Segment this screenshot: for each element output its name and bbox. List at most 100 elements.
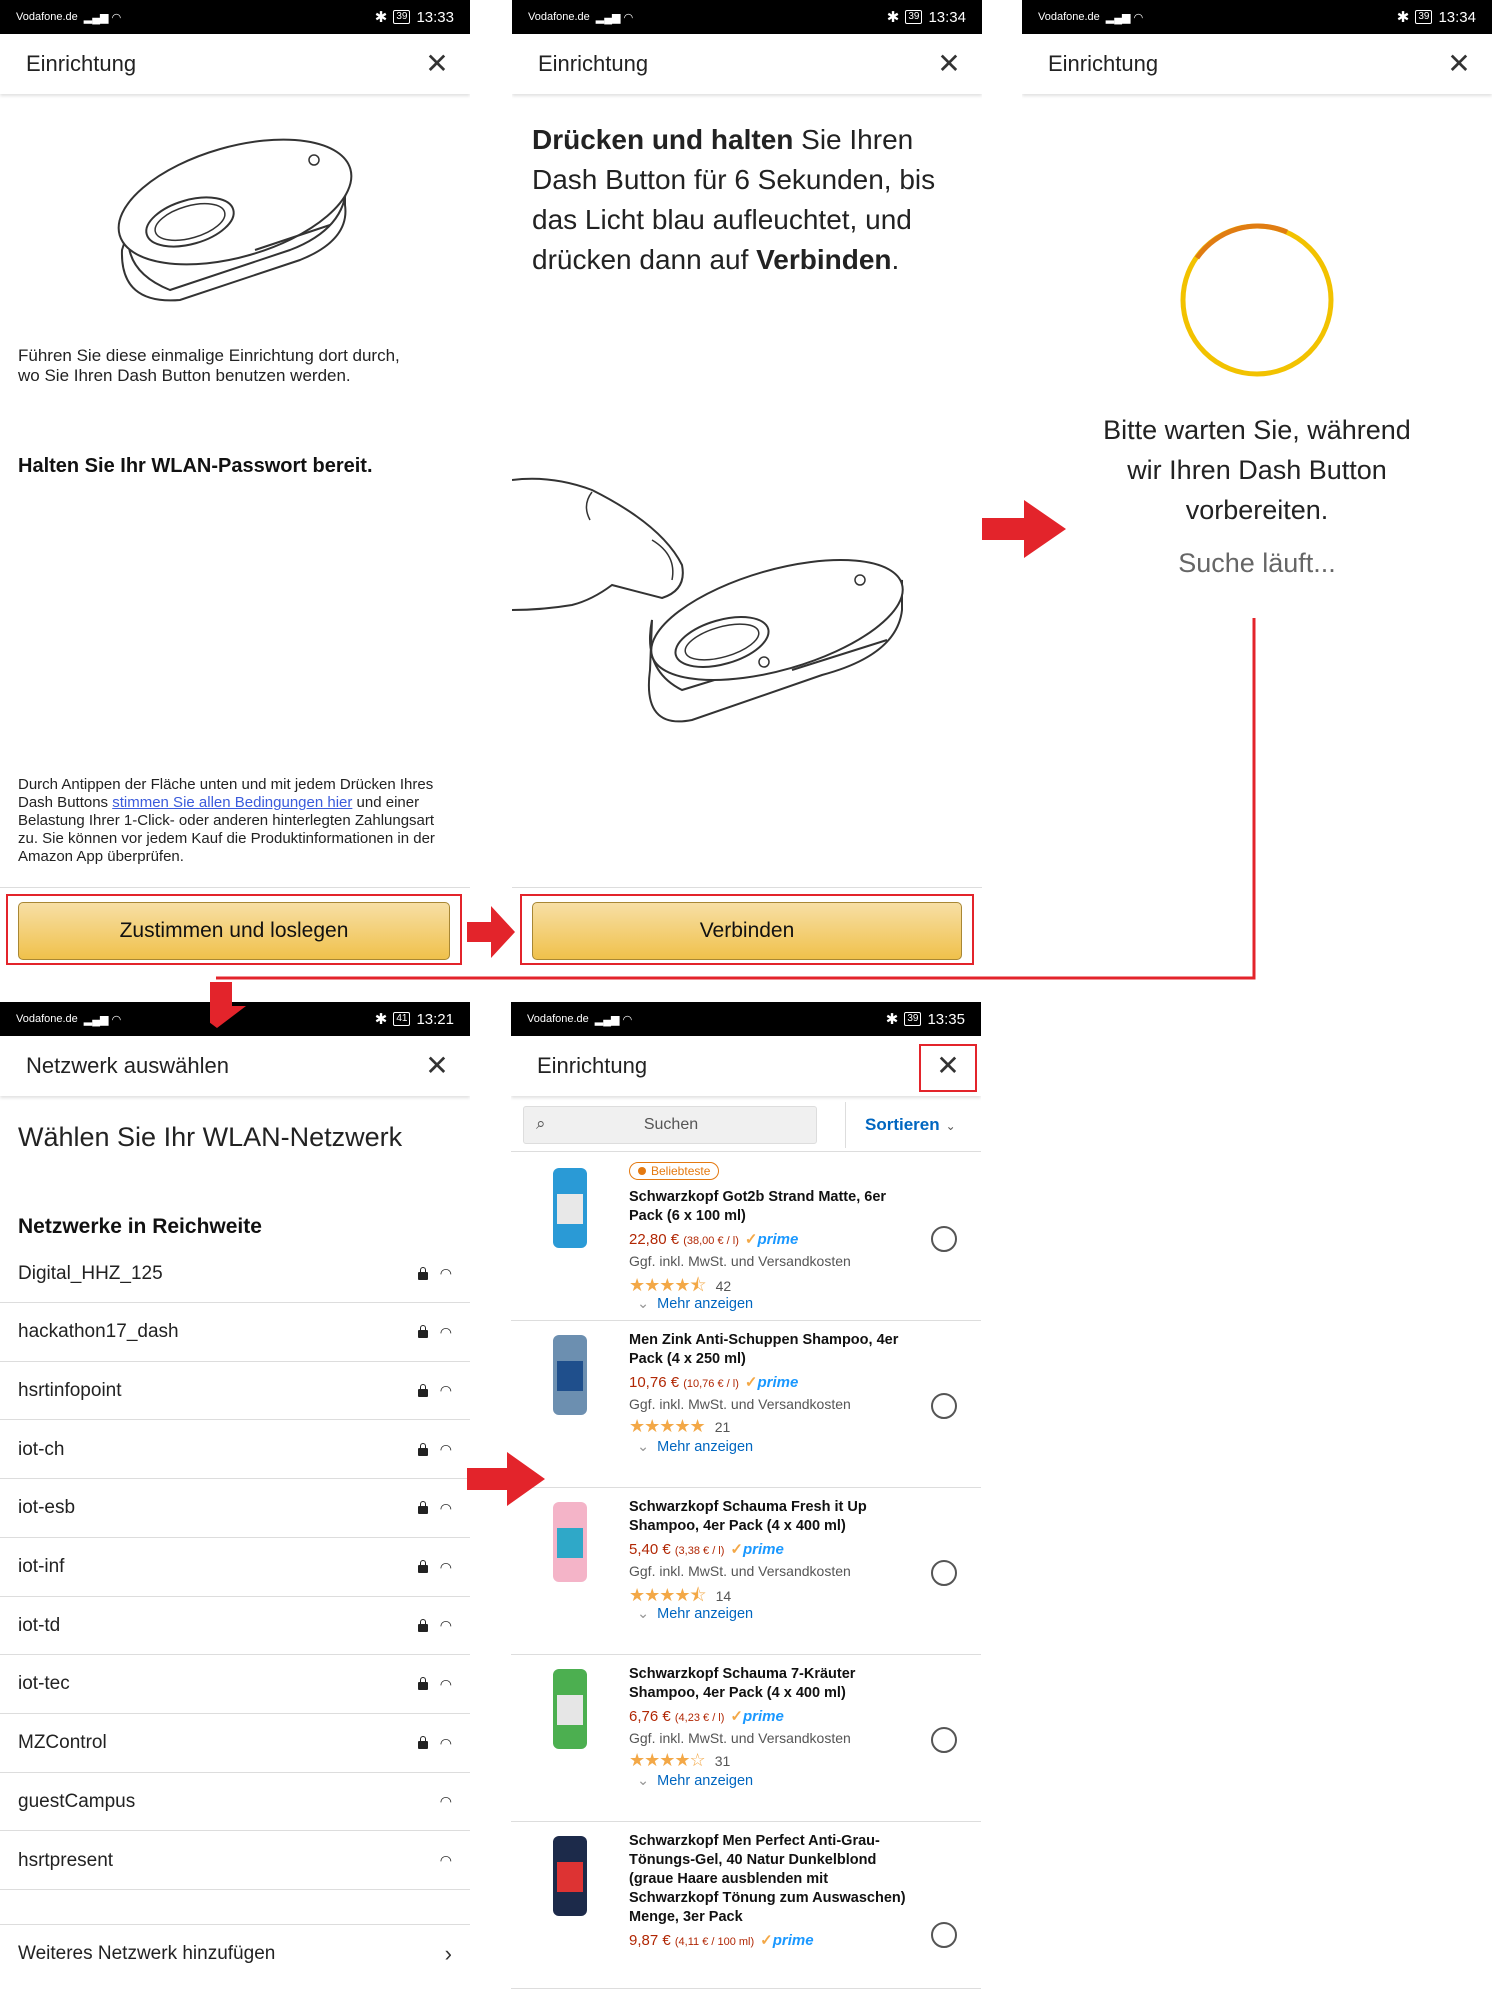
title-bar: Netzwerk auswählen ✕ (0, 1036, 470, 1096)
network-name: iot-td (18, 1614, 61, 1636)
show-more-label: Mehr anzeigen (657, 1439, 754, 1455)
lock-icon (417, 1383, 428, 1397)
product-title: Schwarzkopf Schauma 7-Kräuter Shampoo, 4… (629, 1666, 856, 1701)
network-row[interactable]: hsrtinfopoint ◠ (0, 1362, 470, 1421)
network-row[interactable]: guestCampus ◠ (0, 1773, 470, 1832)
add-network-label: Weiteres Netzwerk hinzufügen (18, 1942, 276, 1964)
network-row[interactable]: iot-inf ◠ (0, 1539, 470, 1597)
prime-badge: ✓prime (730, 1708, 783, 1725)
unit-price: (3,38 € / l) (674, 1545, 725, 1557)
lock-icon (417, 1501, 428, 1515)
lock-icon (417, 1677, 428, 1691)
network-row[interactable]: iot-ch ◠ (0, 1421, 470, 1480)
flow-arrow-2 (982, 500, 1066, 558)
network-row[interactable]: iot-esb ◠ (0, 1480, 470, 1538)
network-row[interactable]: Digital_HHZ_125 ◠ (0, 1245, 470, 1303)
network-icons: ◠ (417, 1734, 452, 1752)
show-more-link[interactable]: ⌄ Mehr anzeigen (637, 1296, 753, 1312)
network-row[interactable]: hsrtpresent ◠ (0, 1832, 470, 1890)
clock: 13:34 (928, 8, 966, 26)
title-bar: Einrichtung ✕ (512, 34, 982, 94)
product-row[interactable]: Schwarzkopf Schauma Fresh it Up Shampoo,… (511, 1488, 981, 1655)
searching-status: Suche läuft... (1178, 548, 1336, 578)
product-radio[interactable] (931, 1560, 957, 1586)
flow-connector-line (210, 618, 1256, 1028)
networks-section-title: Netzwerke in Reichweite (18, 1215, 262, 1238)
wifi-icon: ◠ (439, 1675, 452, 1692)
product-row[interactable]: Schwarzkopf Men Perfect Anti-Grau-Tönung… (511, 1822, 981, 1989)
network-row[interactable]: iot-tec ◠ (0, 1656, 470, 1714)
title-bar: Einrichtung ✕ (511, 1036, 981, 1096)
network-name: iot-esb (18, 1497, 76, 1519)
press-hold-instructions: Drücken und halten Sie Ihren Dash Button… (532, 120, 952, 280)
network-row[interactable]: MZControl ◠ (0, 1715, 470, 1773)
review-count: 42 (715, 1278, 732, 1294)
product-radio[interactable] (931, 1393, 957, 1419)
network-icons: ◠ (417, 1617, 452, 1634)
badge-dot-icon (638, 1167, 646, 1175)
show-more-link[interactable]: ⌄ Mehr anzeigen (637, 1606, 753, 1622)
wifi-password-note: Halten Sie Ihr WLAN-Passwort bereit. (18, 455, 373, 477)
add-network-row[interactable]: Weiteres Netzwerk hinzufügen › (0, 1924, 470, 1982)
close-icon[interactable]: ✕ (422, 50, 452, 78)
carrier-label: Vodafone.de (1038, 11, 1100, 23)
loading-spinner (1180, 223, 1334, 377)
page-title: Einrichtung (537, 1053, 648, 1078)
divider (511, 1151, 981, 1152)
network-row[interactable]: iot-td ◠ (0, 1597, 470, 1656)
show-more-link[interactable]: ⌄ Mehr anzeigen (637, 1773, 753, 1789)
product-price: 5,40 € (3,38 € / l) ✓prime (629, 1540, 784, 1558)
wifi-icon: ◠ (439, 1499, 452, 1516)
show-more-link[interactable]: ⌄ Mehr anzeigen (637, 1439, 753, 1455)
product-row[interactable]: Schwarzkopf Schauma 7-Kräuter Shampoo, 4… (511, 1655, 981, 1822)
shipping-note: Ggf. inkl. MwSt. und Versandkosten (629, 1563, 851, 1579)
instruction-end: . (891, 244, 900, 275)
network-icons: ◠ (417, 1382, 452, 1399)
network-icons: ◠ (417, 1558, 452, 1576)
shipping-note: Ggf. inkl. MwSt. und Versandkosten (629, 1253, 851, 1269)
star-icons: ★★★★⯪ (629, 1585, 707, 1605)
lock-icon (417, 1618, 428, 1632)
network-name: MZControl (18, 1732, 107, 1754)
review-count: 14 (715, 1588, 732, 1604)
network-row[interactable]: hackathon17_dash ◠ (0, 1304, 470, 1362)
unit-price: (10,76 € / l) (683, 1378, 739, 1390)
review-count: 31 (714, 1753, 731, 1769)
product-price: 10,76 € (10,76 € / l) ✓prime (629, 1373, 798, 1391)
product-price: 9,87 € (4,11 € / 100 ml) ✓prime (629, 1931, 814, 1949)
sort-button[interactable]: Sortieren ⌄ (865, 1115, 956, 1135)
shipping-note: Ggf. inkl. MwSt. und Versandkosten (629, 1396, 851, 1412)
chevron-down-icon: ⌄ (637, 1439, 650, 1455)
wifi-icon: ◠ (439, 1793, 452, 1810)
product-radio[interactable] (931, 1226, 957, 1252)
product-image (553, 1836, 587, 1916)
close-icon[interactable]: ✕ (422, 1052, 452, 1080)
signal-icon: ▂▄▆ ◠ (595, 11, 634, 24)
network-icons: ◠ (417, 1499, 452, 1517)
price-value: 9,87 € (629, 1932, 671, 1949)
wifi-icon: ◠ (439, 1558, 452, 1575)
chevron-down-icon: ⌄ (637, 1296, 650, 1312)
wifi-icon: ◠ (439, 1734, 452, 1751)
lock-icon (417, 1442, 428, 1456)
battery-icon: 39 (393, 10, 411, 24)
close-icon[interactable]: ✕ (1444, 50, 1474, 78)
chevron-down-icon: ⌄ (637, 1606, 650, 1622)
star-icons: ★★★★☆ (629, 1750, 706, 1770)
chevron-right-icon: › (444, 1940, 452, 1966)
product-title: Schwarzkopf Men Perfect Anti-Grau-Tönung… (629, 1833, 906, 1925)
product-radio[interactable] (931, 1727, 957, 1753)
unit-price: (4,11 € / 100 ml) (674, 1936, 755, 1948)
lock-icon (417, 1266, 428, 1280)
bestseller-badge: Beliebteste (629, 1162, 720, 1180)
product-row[interactable]: Men Zink Anti-Schuppen Shampoo, 4er Pack… (511, 1321, 981, 1488)
product-radio[interactable] (931, 1922, 957, 1948)
wait-text: Bitte warten Sie, während wir Ihren Dash… (1103, 415, 1411, 525)
close-icon[interactable]: ✕ (934, 50, 964, 78)
screen-product-select: Vodafone.de ▂▄▆ ◠ ✱ 39 13:35 Einrichtung ✕ … (511, 1002, 981, 1999)
product-row[interactable]: Beliebteste Schwarzkopf Got2b Strand Matt… (511, 1154, 981, 1321)
chevron-down-icon: ⌄ (945, 1119, 956, 1133)
prime-check-icon: ✓ (744, 1231, 758, 1248)
show-more-label: Mehr anzeigen (657, 1606, 754, 1622)
search-bar[interactable]: ⌕ Suchen (523, 1106, 817, 1144)
